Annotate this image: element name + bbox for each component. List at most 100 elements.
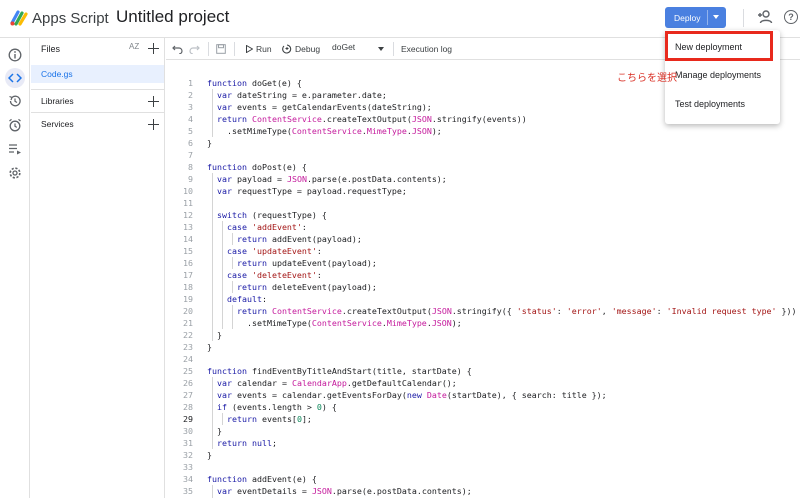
- file-name: Code.gs: [41, 69, 73, 79]
- function-select-value: doGet: [332, 42, 356, 52]
- code-text: }: [207, 342, 212, 352]
- run-label: Run: [256, 44, 272, 54]
- indent-guide: [212, 377, 213, 449]
- code-line[interactable]: 6}: [166, 137, 800, 149]
- annotation-highlight-box: [665, 31, 773, 61]
- menu-item-test-deployments[interactable]: Test deployments: [665, 92, 780, 116]
- code-line[interactable]: 21 .setMimeType(ContentService.MimeType.…: [166, 317, 800, 329]
- code-line[interactable]: 26 var calendar = CalendarApp.getDefault…: [166, 377, 800, 389]
- code-line[interactable]: 9 var payload = JSON.parse(e.postData.co…: [166, 173, 800, 185]
- libraries-section[interactable]: Libraries: [31, 89, 164, 111]
- code-text: }: [207, 330, 222, 340]
- line-number: 28: [183, 402, 193, 412]
- line-number: 19: [183, 294, 193, 304]
- add-file-plus-icon[interactable]: [148, 43, 159, 54]
- code-line[interactable]: 30 }: [166, 425, 800, 437]
- code-line[interactable]: 24: [166, 353, 800, 365]
- code-line[interactable]: 22 }: [166, 329, 800, 341]
- add-library-plus-icon[interactable]: [148, 96, 159, 107]
- files-heading: Files: [41, 44, 61, 54]
- code-line[interactable]: 11: [166, 197, 800, 209]
- files-panel: Files AZ Code.gs Libraries Services: [31, 38, 165, 498]
- code-line[interactable]: 27 var events = calendar.getEventsForDay…: [166, 389, 800, 401]
- code-line[interactable]: 32}: [166, 449, 800, 461]
- code-line[interactable]: 5 .setMimeType(ContentService.MimeType.J…: [166, 125, 800, 137]
- debug-button[interactable]: Debug: [282, 42, 320, 56]
- left-rail: [0, 38, 30, 498]
- line-number: 14: [183, 234, 193, 244]
- chevron-down-icon: [713, 15, 719, 19]
- undo-icon[interactable]: [172, 42, 183, 56]
- code-line[interactable]: 17 case 'deleteEvent':: [166, 269, 800, 281]
- deploy-button-label: Deploy: [674, 12, 701, 23]
- line-number: 9: [188, 174, 193, 184]
- code-text: return addEvent(payload);: [236, 234, 362, 244]
- code-line[interactable]: 29 return events[0];: [166, 413, 800, 425]
- project-title[interactable]: Untitled project: [116, 7, 229, 27]
- info-icon[interactable]: [5, 45, 25, 65]
- services-section[interactable]: Services: [31, 112, 164, 134]
- code-line[interactable]: 19 default:: [166, 293, 800, 305]
- code-editor[interactable]: 1 function doGet(e) {2 var dateString = e…: [166, 61, 800, 498]
- chevron-down-icon: [378, 47, 384, 51]
- add-service-plus-icon[interactable]: [148, 119, 159, 130]
- code-text: case 'deleteEvent':: [226, 270, 322, 280]
- indent-guide: [232, 257, 233, 269]
- line-number: 25: [183, 366, 193, 376]
- apps-script-logo-icon: [9, 9, 29, 27]
- code-line[interactable]: 31 return null;: [166, 437, 800, 449]
- code-line[interactable]: 23}: [166, 341, 800, 353]
- history-icon[interactable]: [5, 91, 25, 111]
- alarm-icon[interactable]: [5, 115, 25, 135]
- line-number: 7: [188, 150, 193, 160]
- function-select[interactable]: doGet: [332, 42, 386, 56]
- indent-guide: [232, 305, 233, 329]
- code-text: case 'updateEvent':: [226, 246, 322, 256]
- code-text: function addEvent(e) {: [207, 474, 317, 484]
- code-icon[interactable]: [5, 68, 25, 88]
- line-number: 6: [188, 138, 193, 148]
- code-line[interactable]: 25 function findEventByTitleAndStart(titl…: [166, 365, 800, 377]
- deploy-button[interactable]: Deploy: [665, 7, 726, 28]
- line-number: 1: [188, 78, 193, 88]
- line-number: 30: [183, 426, 193, 436]
- line-number: 5: [188, 126, 193, 136]
- run-button[interactable]: Run: [246, 42, 272, 56]
- redo-icon[interactable]: [189, 42, 200, 56]
- help-icon[interactable]: ?: [784, 10, 798, 24]
- code-text: }: [207, 450, 212, 460]
- code-line[interactable]: 33: [166, 461, 800, 473]
- code-line[interactable]: 28 if (events.length > 0) {: [166, 401, 800, 413]
- executions-icon[interactable]: [5, 139, 25, 159]
- code-line[interactable]: 34 function addEvent(e) {: [166, 473, 800, 485]
- add-person-icon[interactable]: [757, 9, 773, 25]
- code-line[interactable]: 13 case 'addEvent':: [166, 221, 800, 233]
- save-icon[interactable]: [216, 42, 226, 56]
- indent-guide: [222, 413, 223, 425]
- code-line[interactable]: 12 switch (requestType) {: [166, 209, 800, 221]
- sort-az-icon[interactable]: AZ: [129, 42, 139, 51]
- line-number: 12: [183, 210, 193, 220]
- code-line[interactable]: 20 return ContentService.createTextOutpu…: [166, 305, 800, 317]
- app-name[interactable]: Apps Script: [32, 10, 109, 27]
- execution-log-button[interactable]: Execution log: [401, 42, 452, 56]
- code-line[interactable]: 8 function doPost(e) {: [166, 161, 800, 173]
- code-line[interactable]: 7: [166, 149, 800, 161]
- code-line[interactable]: 10 var requestType = payload.requestType…: [166, 185, 800, 197]
- code-text: var payload = JSON.parse(e.postData.cont…: [217, 174, 447, 184]
- gear-icon[interactable]: [5, 163, 25, 183]
- code-line[interactable]: 18 return deleteEvent(payload);: [166, 281, 800, 293]
- indent-guide: [232, 233, 233, 245]
- code-text: var requestType = payload.requestType;: [217, 186, 407, 196]
- line-number: 23: [183, 342, 193, 352]
- code-line[interactable]: 16 return updateEvent(payload);: [166, 257, 800, 269]
- code-line[interactable]: 14 return addEvent(payload);: [166, 233, 800, 245]
- code-text: var calendar = CalendarApp.getDefaultCal…: [217, 378, 457, 388]
- menu-item-manage-deployments[interactable]: Manage deployments: [665, 63, 780, 87]
- services-label: Services: [41, 119, 74, 129]
- code-text: default:: [226, 294, 267, 304]
- code-line[interactable]: 15 case 'updateEvent':: [166, 245, 800, 257]
- code-line[interactable]: 35 var eventDetails = JSON.parse(e.postD…: [166, 485, 800, 497]
- toolbar-divider: [208, 42, 209, 56]
- file-item-code-gs[interactable]: Code.gs: [31, 65, 164, 83]
